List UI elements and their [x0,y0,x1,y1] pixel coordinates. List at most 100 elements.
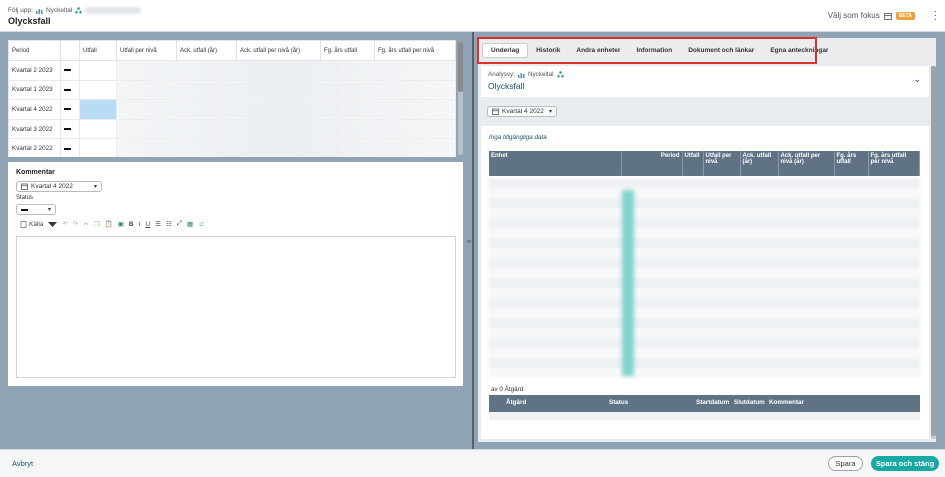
status-cell [60,60,80,81]
chevron-down-icon[interactable]: ⌄ [913,74,921,85]
status-cell [60,138,80,157]
chart-icon [517,72,525,78]
bullet-list-icon[interactable]: ☷ [166,220,172,228]
undo-icon[interactable]: ↶ [62,220,67,228]
col-utfall-per-niva[interactable]: Utfall per nivå [703,151,741,176]
utfall-cell[interactable] [79,138,117,157]
right-scrollbar-thumb[interactable] [931,66,936,436]
numbered-list-icon[interactable]: ☰ [155,220,161,228]
col-startdatum[interactable]: Startdatum [696,399,729,406]
chevron-down-icon: ▾ [548,109,552,115]
top-bar: Följ upp: Nyckeltal Olycksfall Välj som … [0,0,945,32]
period-select[interactable]: Kvartal 4 2022 ▾ [16,181,102,192]
status-label: Status [16,195,34,201]
highlight-box [477,37,817,64]
col-fg-ars-utfall-per-niva[interactable]: Fg. års utfall per nivå [374,40,456,61]
table-row[interactable]: Kvartal 2 2022 [8,138,456,157]
utfall-cell[interactable] [79,79,117,101]
col-slutdatum[interactable]: Slutdatum [734,399,765,406]
col-ack-utfall-per-niva[interactable]: Ack. utfall per nivå (år) [778,151,835,176]
paste-icon[interactable]: 📋 [105,220,113,228]
actions-empty-row [489,412,920,420]
no-data-text: Inga tillgängliga data [489,134,547,141]
image-icon[interactable]: ▦ [187,220,193,228]
blurred-data-rows [489,178,920,378]
paste-word-icon[interactable]: ▣ [118,220,124,228]
focus-toggle[interactable]: Välj som fokus BETA [828,11,915,20]
unit-name-blurred [85,7,142,14]
source-button[interactable]: Källa [20,221,43,228]
col-ack-utfall[interactable]: Ack. utfall (år) [176,40,237,61]
beta-badge: BETA [895,11,915,20]
col-period[interactable]: Period [8,40,61,61]
copy-icon[interactable]: ❐ [94,220,100,228]
table-row[interactable]: Kvartal 2 2023 [8,60,456,81]
status-select[interactable]: ▾ [16,204,56,215]
analysis-kpi[interactable]: Nyckeltal [528,71,554,78]
more-menu-icon[interactable]: · · · [934,7,937,25]
col-ack-utfall[interactable]: Ack. utfall (år) [740,151,779,176]
focus-label: Välj som fokus [827,11,880,20]
right-period-select[interactable]: Kvartal 4 2022 ▾ [487,106,557,117]
col-ack-utfall-per-niva[interactable]: Ack. utfall per nivå (år) [236,40,321,61]
blurred-values [116,118,456,140]
period-cell: Kvartal 2 2023 [8,60,61,81]
status-cell [60,118,80,140]
col-kommentar[interactable]: Kommentar [769,399,804,406]
cancel-button[interactable]: Avbryt [12,459,33,468]
period-cell: Kvartal 2 2022 [8,138,61,157]
blurred-values [116,79,456,101]
comment-editor[interactable] [16,236,456,378]
blurred-teal-column [622,190,634,376]
table-row[interactable]: Kvartal 4 2022 [8,99,456,120]
analysis-title: Olycksfall [488,81,525,91]
template-icon[interactable] [48,221,58,228]
period-cell: Kvartal 1 2023 [8,79,61,101]
analysis-header: Analysvy: Nyckeltal Olycksfall ⌄ [481,66,929,97]
maximize-icon[interactable]: ⤢ [177,220,182,228]
underline-button[interactable]: U [145,221,150,228]
utfall-cell-selected[interactable] [79,99,117,120]
org-icon [557,71,563,78]
table-row[interactable]: Kvartal 3 2022 [8,118,456,140]
col-fg-ars-utfall[interactable]: Fg. års utfall [320,40,375,61]
follow-label: Följ upp: [8,7,33,14]
period-select-value: Kvartal 4 2022 [31,183,73,190]
follow-kpi[interactable]: Nyckeltal [46,7,72,14]
results-table-panel: Period Utfall Utfall per nivå Ack. utfal… [8,40,456,157]
chart-icon [35,8,43,14]
right-period-value: Kvartal 4 2022 [502,108,544,115]
chevron-down-icon: ▾ [93,184,97,190]
table-row[interactable]: Kvartal 1 2023 [8,79,456,101]
col-fg-ars-utfall-per-niva[interactable]: Fg. års utfall per nivå [868,151,920,176]
col-period[interactable]: Period [621,151,683,176]
utfall-cell[interactable] [79,118,117,140]
col-action-status[interactable]: Status [609,399,628,406]
col-enhet[interactable]: Enhet [489,151,622,176]
actions-count: av 0 Åtgärd [491,386,524,393]
col-fg-ars-utfall[interactable]: Fg. års utfall [834,151,869,176]
col-utfall[interactable]: Utfall [79,40,117,61]
user-icon[interactable]: ☺ [198,221,205,228]
col-atgard[interactable]: Åtgärd [506,399,526,406]
source-label: Källa [29,220,44,228]
redo-icon[interactable]: ↷ [73,220,78,228]
utfall-cell[interactable] [79,60,117,81]
blurred-values [116,138,456,157]
save-and-close-button[interactable]: Spara och stäng [871,456,939,471]
bold-button[interactable]: B [129,221,134,228]
split-handle-icon[interactable]: ‹› [467,239,471,245]
footer-bar: Avbryt Spara Spara och stäng [0,449,945,477]
analysis-line: Analysvy: Nyckeltal [488,71,564,78]
table-scrollbar-thumb[interactable] [458,42,463,92]
period-cell: Kvartal 4 2022 [8,99,61,120]
cut-icon[interactable]: ✂ [83,220,88,228]
italic-button[interactable]: I [139,221,141,228]
results-table: Period Utfall Utfall per nivå Ack. utfal… [8,40,456,157]
comment-heading: Kommentar [16,169,55,176]
col-utfall[interactable]: Utfall [682,151,704,176]
col-utfall-per-niva[interactable]: Utfall per nivå [116,40,177,61]
save-button[interactable]: Spara [828,456,863,471]
col-status [60,40,80,61]
follow-up-line: Följ upp: Nyckeltal [8,7,142,14]
